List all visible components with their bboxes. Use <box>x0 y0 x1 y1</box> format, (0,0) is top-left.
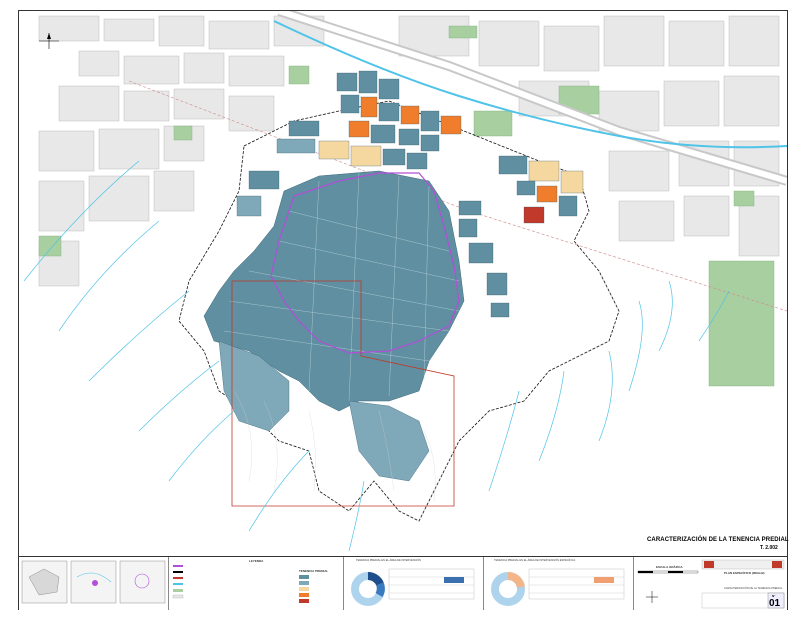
donut-chart-1 <box>351 568 475 606</box>
map-sheet: CARACTERIZACIÓN DE LA TENENCIA PREDIAL T… <box>0 0 800 620</box>
chart-panel-1: TENENCIA PREDIAL EN EL ÁREA DE INTERVENC… <box>344 557 484 610</box>
chart1-title: TENENCIA PREDIAL EN EL ÁREA DE INTERVENC… <box>356 559 422 562</box>
legend-header-tenure: TENENCIA PREDIAL <box>299 569 329 573</box>
map-title: CARACTERIZACIÓN DE LA TENENCIA PREDIAL <box>647 537 789 543</box>
info-strip: LEYENDA TENENCIA PREDIAL TENENCIA PREDIA… <box>19 556 787 610</box>
plan-name: PLAN ESPECÍFICO (REGLB) <box>724 571 765 575</box>
legend-header: LEYENDA <box>249 559 264 563</box>
map-canvas <box>23 11 787 552</box>
locator-maps <box>19 557 169 610</box>
sheet-number: 01 <box>769 598 781 609</box>
compass-icon <box>646 591 658 603</box>
parcel-lobe-right <box>348 400 430 482</box>
title-block: ESCALA GRÁFICA PLAN ESPECÍFICO (REGLB) C… <box>634 557 787 610</box>
plan-subject: CARACTERIZACIÓN DE LA TENENCIA PREDIAL <box>724 587 783 590</box>
chart2-title: TENENCIA PREDIAL EN EL ÁREA DE INTERVENC… <box>494 559 576 562</box>
legend-panel: LEYENDA TENENCIA PREDIAL <box>169 557 344 610</box>
locator-maps-svg <box>21 560 166 604</box>
map-subtitle: T. 2.002 <box>760 545 778 551</box>
chart-panel-2: TENENCIA PREDIAL EN EL ÁREA DE INTERVENC… <box>484 557 634 610</box>
scale-label: ESCALA GRÁFICA <box>656 565 683 569</box>
legend-swatches <box>172 565 309 603</box>
donut-chart-2 <box>491 568 625 606</box>
